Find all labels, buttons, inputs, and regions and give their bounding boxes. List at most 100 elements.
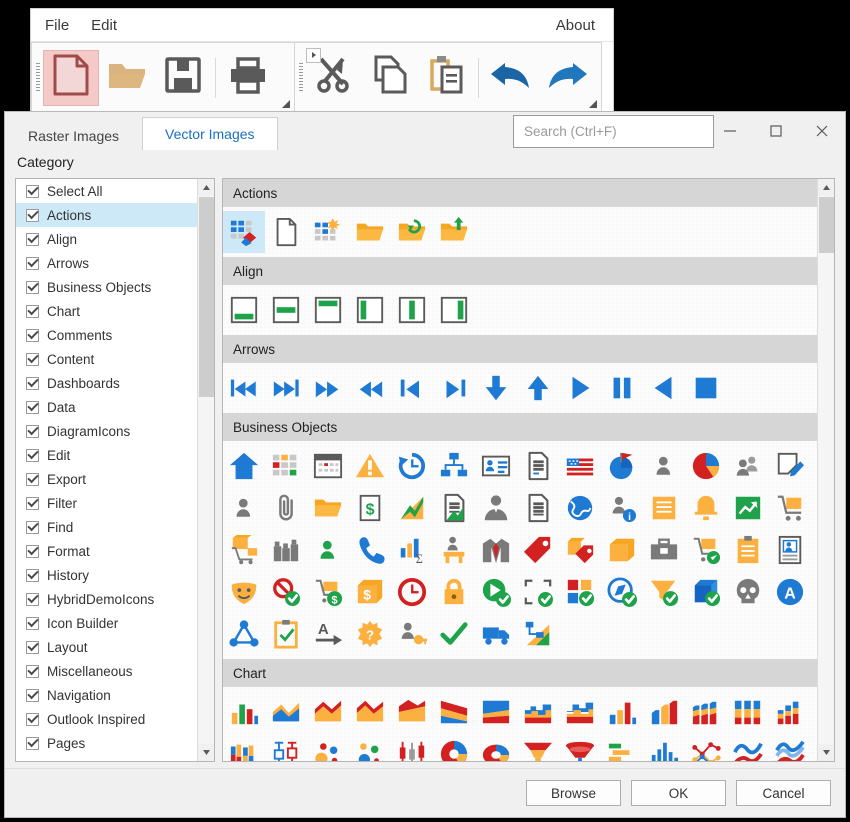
checkmark-icon[interactable] — [433, 613, 475, 655]
category-item[interactable]: Layout — [16, 635, 197, 659]
category-checkbox[interactable] — [26, 617, 39, 630]
play-check-icon[interactable] — [475, 571, 517, 613]
lock-icon[interactable] — [433, 571, 475, 613]
toolbar-grip-icon[interactable] — [32, 43, 43, 112]
area-3d-alt-icon[interactable] — [349, 691, 391, 733]
phone-icon[interactable] — [349, 529, 391, 571]
tab-vector-images[interactable]: Vector Images — [142, 117, 278, 151]
category-item[interactable]: Dashboards — [16, 371, 197, 395]
mask-icon[interactable] — [223, 571, 265, 613]
category-checkbox[interactable] — [26, 449, 39, 462]
briefcase-icon[interactable] — [643, 529, 685, 571]
play-icon[interactable] — [559, 367, 601, 409]
cut-button[interactable] — [306, 50, 362, 106]
cart-dollar-icon[interactable]: $ — [307, 571, 349, 613]
scroll-up-icon[interactable] — [198, 179, 215, 196]
category-checkbox[interactable] — [26, 473, 39, 486]
bubble-chart-alt-icon[interactable] — [349, 733, 391, 761]
print-button[interactable] — [220, 50, 276, 106]
new-grid-icon[interactable] — [307, 211, 349, 253]
id-badge-icon[interactable] — [475, 445, 517, 487]
category-item[interactable]: Actions — [16, 203, 197, 227]
cancel-button[interactable]: Cancel — [736, 780, 831, 806]
users-group-icon[interactable] — [727, 445, 769, 487]
full-stacked-area-icon[interactable] — [475, 691, 517, 733]
rewind-icon[interactable] — [349, 367, 391, 409]
circle-a-icon[interactable]: A — [769, 571, 811, 613]
category-item[interactable]: PDF Viewer — [16, 755, 197, 761]
close-button[interactable] — [799, 114, 845, 148]
minimize-button[interactable] — [707, 114, 753, 148]
bar-3d-icon[interactable] — [643, 691, 685, 733]
block-check-icon[interactable] — [265, 571, 307, 613]
align-left-icon[interactable] — [349, 289, 391, 331]
category-checkbox[interactable] — [26, 329, 39, 342]
category-item[interactable]: Edit — [16, 443, 197, 467]
category-item[interactable]: DiagramIcons — [16, 419, 197, 443]
category-item[interactable]: Align — [16, 227, 197, 251]
undo-button[interactable] — [483, 50, 539, 106]
category-item[interactable]: Comments — [16, 323, 197, 347]
align-right-icon[interactable] — [433, 289, 475, 331]
area-chart-icon[interactable] — [265, 691, 307, 733]
org-chart-icon[interactable] — [433, 445, 475, 487]
warning-icon[interactable] — [349, 445, 391, 487]
delivery-truck-icon[interactable] — [475, 613, 517, 655]
doughnut-icon[interactable] — [433, 733, 475, 761]
apply-changes-icon[interactable] — [223, 211, 265, 253]
open-folder-icon[interactable] — [349, 211, 391, 253]
stacked-step-area-icon[interactable] — [559, 691, 601, 733]
contact-card-icon[interactable] — [769, 529, 811, 571]
open-file-button[interactable] — [99, 50, 155, 106]
full-stacked-bar-icon[interactable] — [727, 691, 769, 733]
category-item[interactable]: Filter — [16, 491, 197, 515]
box-check-icon[interactable] — [685, 571, 727, 613]
hierarchy-chart-icon[interactable] — [517, 613, 559, 655]
column-chart-icon[interactable] — [601, 691, 643, 733]
gallery-scroll-up-icon[interactable] — [818, 179, 835, 196]
category-item[interactable]: History — [16, 563, 197, 587]
category-item[interactable]: Find — [16, 515, 197, 539]
category-checkbox[interactable] — [26, 545, 39, 558]
pause-icon[interactable] — [601, 367, 643, 409]
side-by-side-bar-icon[interactable] — [223, 733, 265, 761]
spline-area-icon[interactable] — [769, 733, 811, 761]
category-item[interactable]: Navigation — [16, 683, 197, 707]
arrow-up-icon[interactable] — [517, 367, 559, 409]
businessman-icon[interactable] — [475, 487, 517, 529]
person-gray-icon[interactable] — [223, 487, 265, 529]
user-gray-icon[interactable] — [643, 445, 685, 487]
employee-desk-icon[interactable] — [433, 529, 475, 571]
category-item[interactable]: Content — [16, 347, 197, 371]
category-checkbox[interactable] — [26, 689, 39, 702]
paste-button[interactable] — [418, 50, 474, 106]
gallery-scroll-down-icon[interactable] — [818, 744, 835, 761]
fast-forward-icon[interactable] — [307, 367, 349, 409]
category-scroll-thumb[interactable] — [199, 197, 214, 397]
category-checkbox[interactable] — [26, 185, 39, 198]
clipboard-check-icon[interactable] — [265, 613, 307, 655]
category-checkbox[interactable] — [26, 305, 39, 318]
category-item[interactable]: Outlook Inspired — [16, 707, 197, 731]
ok-button[interactable]: OK — [631, 780, 726, 806]
globe-icon[interactable] — [559, 487, 601, 529]
arrow-down-icon[interactable] — [475, 367, 517, 409]
clock-red-icon[interactable] — [391, 571, 433, 613]
factory-icon[interactable] — [265, 529, 307, 571]
growth-chart-icon[interactable] — [391, 487, 433, 529]
align-middle-horizontal-icon[interactable] — [265, 289, 307, 331]
calendar-icon[interactable] — [307, 445, 349, 487]
list-orange-icon[interactable] — [643, 487, 685, 529]
align-bottom-icon[interactable] — [223, 289, 265, 331]
cut-dropdown-icon[interactable] — [306, 48, 321, 63]
menu-file[interactable]: File — [45, 17, 69, 34]
category-checkbox[interactable] — [26, 593, 39, 606]
category-checkbox[interactable] — [26, 353, 39, 366]
funnel-3d-icon[interactable] — [559, 733, 601, 761]
user-key-icon[interactable] — [391, 613, 433, 655]
category-item[interactable]: Format — [16, 539, 197, 563]
cart-question-icon[interactable]: ? — [685, 529, 727, 571]
category-item[interactable]: Icon Builder — [16, 611, 197, 635]
cart-package-icon[interactable] — [223, 529, 265, 571]
tag-red-icon[interactable] — [517, 529, 559, 571]
